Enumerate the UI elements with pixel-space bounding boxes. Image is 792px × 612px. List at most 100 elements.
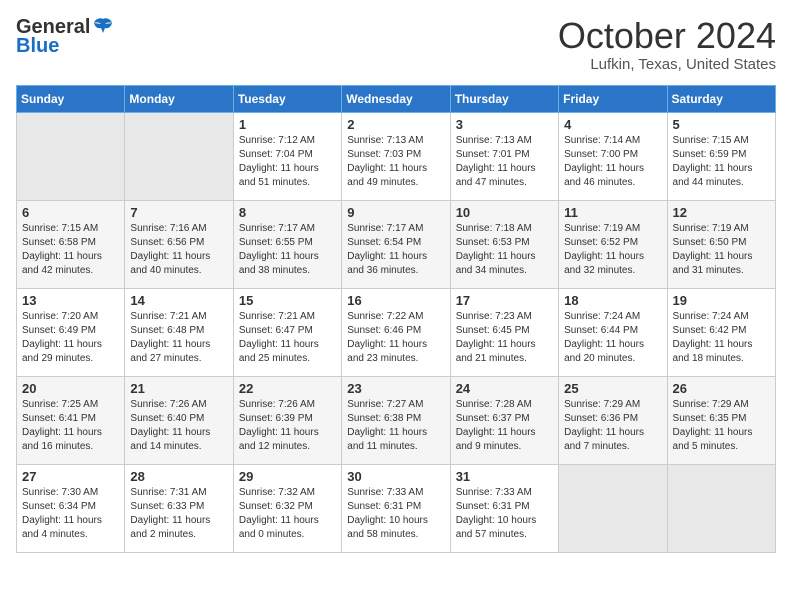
day-info: Sunrise: 7:31 AMSunset: 6:33 PMDaylight:… (130, 486, 227, 542)
calendar-day-cell: 22 Sunrise: 7:26 AMSunset: 6:39 PMDayligh… (233, 376, 341, 464)
day-number: 28 (130, 469, 227, 484)
column-header-wednesday: Wednesday (342, 85, 450, 112)
day-info: Sunrise: 7:16 AMSunset: 6:56 PMDaylight:… (130, 222, 227, 278)
column-header-thursday: Thursday (450, 85, 558, 112)
column-header-tuesday: Tuesday (233, 85, 341, 112)
day-info: Sunrise: 7:17 AMSunset: 6:55 PMDaylight:… (239, 222, 336, 278)
day-info: Sunrise: 7:17 AMSunset: 6:54 PMDaylight:… (347, 222, 444, 278)
day-number: 31 (456, 469, 553, 484)
calendar-week-row: 27 Sunrise: 7:30 AMSunset: 6:34 PMDayligh… (17, 464, 776, 552)
column-header-sunday: Sunday (17, 85, 125, 112)
day-info: Sunrise: 7:18 AMSunset: 6:53 PMDaylight:… (456, 222, 553, 278)
calendar-day-cell: 29Sunrise: 7:32 AMSunset: 6:32 PMDayligh… (233, 464, 341, 552)
calendar-header-row: SundayMondayTuesdayWednesdayThursdayFrid… (17, 85, 776, 112)
calendar-day-cell: 6Sunrise: 7:15 AMSunset: 6:58 PMDaylight… (17, 200, 125, 288)
calendar-day-cell: 5Sunrise: 7:15 AMSunset: 6:59 PMDaylight… (667, 112, 775, 200)
day-info: Sunrise: 7:21 AMSunset: 6:48 PMDaylight:… (130, 310, 227, 366)
day-info: Sunrise: 7:32 AMSunset: 6:32 PMDaylight:… (239, 486, 336, 542)
calendar-day-cell: 21Sunrise: 7:26 AMSunset: 6:40 PMDayligh… (125, 376, 233, 464)
day-info: Sunrise: 7:26 AMSunset: 6:39 PMDaylight:… (239, 398, 336, 454)
calendar-day-cell: 16Sunrise: 7:22 AMSunset: 6:46 PMDayligh… (342, 288, 450, 376)
calendar-day-cell: 20 Sunrise: 7:25 AMSunset: 6:41 PMDayligh… (17, 376, 125, 464)
day-number: 18 (564, 293, 661, 308)
calendar-day-cell: 26 Sunrise: 7:29 AMSunset: 6:35 PMDayligh… (667, 376, 775, 464)
day-info: Sunrise: 7:29 AMSunset: 6:36 PMDaylight:… (564, 398, 661, 454)
calendar-day-cell: 31 Sunrise: 7:33 AMSunset: 6:31 PMDayligh… (450, 464, 558, 552)
calendar-day-cell: 2 Sunrise: 7:13 AMSunset: 7:03 PMDaylight… (342, 112, 450, 200)
calendar-day-cell: 8 Sunrise: 7:17 AMSunset: 6:55 PMDaylight… (233, 200, 341, 288)
day-number: 17 (456, 293, 553, 308)
day-info: Sunrise: 7:14 AMSunset: 7:00 PMDaylight:… (564, 134, 661, 190)
day-number: 8 (239, 205, 336, 220)
calendar-day-cell: 15Sunrise: 7:21 AMSunset: 6:47 PMDayligh… (233, 288, 341, 376)
day-info: Sunrise: 7:24 AMSunset: 6:44 PMDaylight:… (564, 310, 661, 366)
calendar-day-cell: 3 Sunrise: 7:13 AMSunset: 7:01 PMDaylight… (450, 112, 558, 200)
day-info: Sunrise: 7:15 AMSunset: 6:58 PMDaylight:… (22, 222, 119, 278)
day-number: 4 (564, 117, 661, 132)
calendar-day-cell (667, 464, 775, 552)
day-info: Sunrise: 7:12 AMSunset: 7:04 PMDaylight:… (239, 134, 336, 190)
day-info: Sunrise: 7:30 AMSunset: 6:34 PMDaylight:… (22, 486, 119, 542)
day-number: 10 (456, 205, 553, 220)
day-info: Sunrise: 7:13 AMSunset: 7:03 PMDaylight:… (347, 134, 444, 190)
day-info: Sunrise: 7:29 AMSunset: 6:35 PMDaylight:… (673, 398, 770, 454)
day-info: Sunrise: 7:21 AMSunset: 6:47 PMDaylight:… (239, 310, 336, 366)
calendar-week-row: 1Sunrise: 7:12 AMSunset: 7:04 PMDaylight… (17, 112, 776, 200)
logo: General Blue (16, 16, 114, 58)
day-number: 26 (673, 381, 770, 396)
calendar-title: October 2024 (558, 16, 776, 56)
calendar-day-cell (17, 112, 125, 200)
day-number: 27 (22, 469, 119, 484)
calendar-week-row: 20 Sunrise: 7:25 AMSunset: 6:41 PMDayligh… (17, 376, 776, 464)
calendar-day-cell (559, 464, 667, 552)
calendar-day-cell: 7 Sunrise: 7:16 AMSunset: 6:56 PMDaylight… (125, 200, 233, 288)
logo-blue-text: Blue (16, 35, 59, 58)
day-info: Sunrise: 7:19 AMSunset: 6:52 PMDaylight:… (564, 222, 661, 278)
calendar-day-cell: 14 Sunrise: 7:21 AMSunset: 6:48 PMDayligh… (125, 288, 233, 376)
day-number: 30 (347, 469, 444, 484)
day-number: 20 (22, 381, 119, 396)
day-info: Sunrise: 7:33 AMSunset: 6:31 PMDaylight:… (456, 486, 553, 542)
day-info: Sunrise: 7:25 AMSunset: 6:41 PMDaylight:… (22, 398, 119, 454)
calendar-day-cell (125, 112, 233, 200)
page-header: General Blue October 2024 Lufkin, Texas,… (16, 16, 776, 73)
day-info: Sunrise: 7:24 AMSunset: 6:42 PMDaylight:… (673, 310, 770, 366)
day-number: 19 (673, 293, 770, 308)
calendar-day-cell: 11 Sunrise: 7:19 AMSunset: 6:52 PMDayligh… (559, 200, 667, 288)
calendar-day-cell: 10 Sunrise: 7:18 AMSunset: 6:53 PMDayligh… (450, 200, 558, 288)
calendar-day-cell: 19 Sunrise: 7:24 AMSunset: 6:42 PMDayligh… (667, 288, 775, 376)
calendar-day-cell: 9 Sunrise: 7:17 AMSunset: 6:54 PMDaylight… (342, 200, 450, 288)
day-info: Sunrise: 7:33 AMSunset: 6:31 PMDaylight:… (347, 486, 444, 542)
day-number: 16 (347, 293, 444, 308)
calendar-day-cell: 18 Sunrise: 7:24 AMSunset: 6:44 PMDayligh… (559, 288, 667, 376)
day-number: 3 (456, 117, 553, 132)
day-info: Sunrise: 7:19 AMSunset: 6:50 PMDaylight:… (673, 222, 770, 278)
calendar-day-cell: 13Sunrise: 7:20 AMSunset: 6:49 PMDayligh… (17, 288, 125, 376)
day-number: 12 (673, 205, 770, 220)
day-number: 23 (347, 381, 444, 396)
calendar-day-cell: 24Sunrise: 7:28 AMSunset: 6:37 PMDayligh… (450, 376, 558, 464)
calendar-day-cell: 17 Sunrise: 7:23 AMSunset: 6:45 PMDayligh… (450, 288, 558, 376)
day-number: 11 (564, 205, 661, 220)
title-area: October 2024 Lufkin, Texas, United State… (558, 16, 776, 73)
calendar-day-cell: 25Sunrise: 7:29 AMSunset: 6:36 PMDayligh… (559, 376, 667, 464)
day-number: 24 (456, 381, 553, 396)
calendar-table: SundayMondayTuesdayWednesdayThursdayFrid… (16, 85, 776, 553)
calendar-day-cell: 27 Sunrise: 7:30 AMSunset: 6:34 PMDayligh… (17, 464, 125, 552)
column-header-monday: Monday (125, 85, 233, 112)
day-number: 13 (22, 293, 119, 308)
calendar-week-row: 6Sunrise: 7:15 AMSunset: 6:58 PMDaylight… (17, 200, 776, 288)
calendar-subtitle: Lufkin, Texas, United States (558, 56, 776, 73)
day-number: 7 (130, 205, 227, 220)
calendar-week-row: 13Sunrise: 7:20 AMSunset: 6:49 PMDayligh… (17, 288, 776, 376)
calendar-day-cell: 30 Sunrise: 7:33 AMSunset: 6:31 PMDayligh… (342, 464, 450, 552)
day-number: 2 (347, 117, 444, 132)
calendar-day-cell: 4 Sunrise: 7:14 AMSunset: 7:00 PMDaylight… (559, 112, 667, 200)
day-number: 9 (347, 205, 444, 220)
day-number: 22 (239, 381, 336, 396)
column-header-saturday: Saturday (667, 85, 775, 112)
calendar-day-cell: 23Sunrise: 7:27 AMSunset: 6:38 PMDayligh… (342, 376, 450, 464)
day-info: Sunrise: 7:23 AMSunset: 6:45 PMDaylight:… (456, 310, 553, 366)
day-info: Sunrise: 7:13 AMSunset: 7:01 PMDaylight:… (456, 134, 553, 190)
day-number: 14 (130, 293, 227, 308)
